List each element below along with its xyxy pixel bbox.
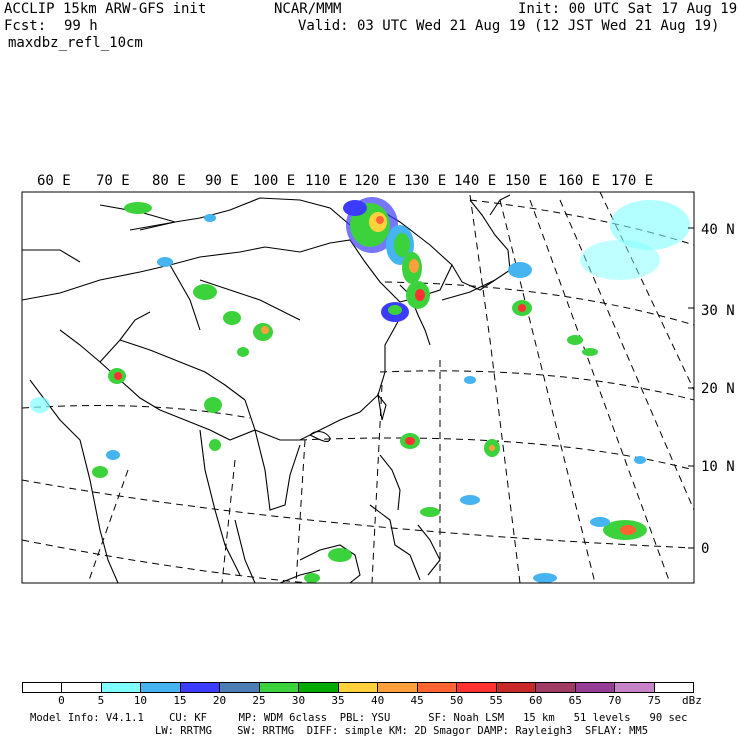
colorbar-swatch	[101, 683, 142, 692]
colorbar-swatch	[654, 683, 693, 692]
colorbar-swatch	[615, 683, 655, 692]
colorbar-swatch	[62, 683, 102, 692]
colorbar-swatch	[180, 683, 221, 692]
colorbar-tick-label: 60	[529, 694, 543, 707]
lon-label: 120 E	[354, 173, 396, 189]
colorbar-swatch	[259, 683, 300, 692]
lon-label: 140 E	[454, 173, 496, 189]
lon-label: 110 E	[305, 173, 347, 189]
lon-label: 100 E	[253, 173, 295, 189]
colorbar-swatch	[299, 683, 339, 692]
colorbar-swatch	[220, 683, 260, 692]
lon-label: 90 E	[205, 173, 239, 189]
lat-label: 10 N	[701, 459, 735, 475]
coastlines-and-borders	[22, 194, 511, 583]
colorbar-tick-label: 45	[410, 694, 424, 707]
colorbar-tick-label: 55	[489, 694, 503, 707]
colorbar-tick-label: 30	[291, 694, 306, 707]
colorbar-swatch	[378, 683, 418, 692]
colorbar-tick-label: 10	[133, 694, 148, 707]
colorbar-tick-label: 15	[173, 694, 187, 707]
colorbar-tick-label: 20	[212, 694, 227, 707]
colorbar-tick-label: 0	[58, 694, 65, 707]
colorbar-swatch	[496, 683, 537, 692]
colorbar-swatch	[23, 683, 63, 692]
lat-label: 40 N	[701, 222, 735, 238]
colorbar-swatch	[575, 683, 616, 692]
lat-label: 0	[701, 541, 709, 557]
colorbar-tick-label: 25	[252, 694, 266, 707]
lon-label: 130 E	[404, 173, 446, 189]
lon-label: 60 E	[37, 173, 71, 189]
lon-label: 70 E	[96, 173, 130, 189]
colorbar-swatch	[457, 683, 497, 692]
colorbar-tick-label: 50	[450, 694, 464, 707]
colorbar-swatch	[417, 683, 458, 692]
lon-label: 80 E	[152, 173, 186, 189]
colorbar-tick-label: 70	[608, 694, 622, 707]
map-ticks	[688, 227, 694, 549]
colorbar-tick-label: 5	[97, 694, 105, 707]
model-info-line1: Model Info: V4.1.1 CU: KF MP: WDM 6class…	[30, 712, 688, 724]
colorbar-tick-label: 40	[370, 694, 385, 707]
colorbar-swatch	[141, 683, 181, 692]
colorbar-swatch	[338, 683, 379, 692]
lat-label: 30 N	[701, 303, 735, 319]
colorbar-swatch	[536, 683, 576, 692]
lon-label: 160 E	[558, 173, 600, 189]
colorbar	[22, 682, 694, 693]
lon-label: 150 E	[505, 173, 547, 189]
lat-label: 20 N	[701, 381, 735, 397]
colorbar-unit: dBz	[682, 694, 702, 707]
model-info-line2: LW: RRTMG SW: RRTMG DIFF: simple KM: 2D …	[155, 725, 649, 737]
colorbar-tick-label: 35	[331, 694, 345, 707]
reflectivity-map: 60 E 70 E 80 E 90 E 100 E 110 E 120 E 13…	[21, 173, 735, 584]
colorbar-tick-label: 75	[647, 694, 661, 707]
colorbar-tick-label: 65	[568, 694, 582, 707]
lon-label: 170 E	[611, 173, 653, 189]
